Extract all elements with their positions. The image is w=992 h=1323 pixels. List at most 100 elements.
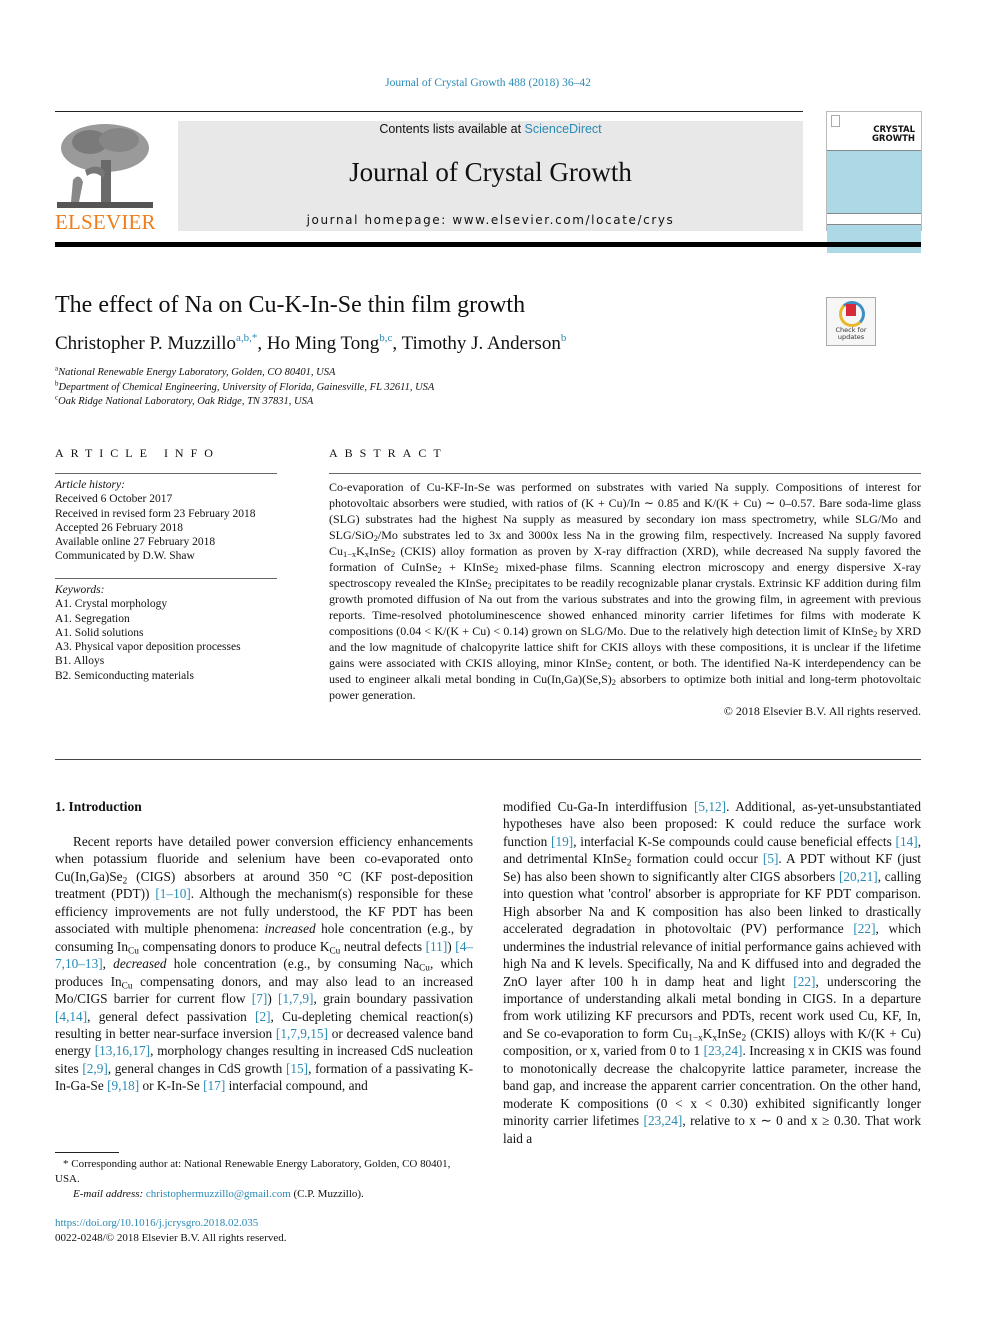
author-affiliation-marks[interactable]: b (561, 332, 567, 344)
citation-link[interactable]: [23,24] (644, 1113, 683, 1128)
body-text: K (702, 1025, 713, 1041)
article-title: The effect of Na on Cu-K-In-Se thin film… (55, 292, 526, 318)
subscript: Cu (329, 946, 341, 957)
citation-link[interactable]: [13,16,17] (95, 1043, 150, 1058)
affiliations: aNational Renewable Energy Laboratory, G… (55, 365, 435, 410)
journal-homepage-link[interactable]: journal homepage: www.elsevier.com/locat… (178, 213, 803, 227)
footnote-rule (55, 1152, 119, 1153)
section-heading-introduction: 1. Introduction (55, 799, 142, 814)
header-thick-divider (55, 242, 921, 247)
keyword-item: A3. Physical vapor deposition processes (55, 641, 241, 654)
history-item: Communicated by D.W. Shaw (55, 550, 195, 563)
citation-link[interactable]: [1–10] (155, 886, 190, 901)
emphasis-text: increased (264, 921, 316, 937)
corresponding-author-text: * Corresponding author at: National Rene… (55, 1158, 451, 1185)
abstract-bottom-divider (55, 759, 921, 760)
citation-link[interactable]: [9,18] (107, 1078, 139, 1093)
body-text: neutral defects (340, 938, 426, 954)
keyword-item: A1. Solid solutions (55, 626, 144, 639)
doi-block: https://doi.org/10.1016/j.jcrysgro.2018.… (55, 1216, 287, 1245)
citation-link[interactable]: [17] (203, 1078, 225, 1093)
journal-reference-link[interactable]: Journal of Crystal Growth 488 (2018) 36–… (0, 77, 976, 89)
keyword-item: A1. Crystal morphology (55, 598, 168, 611)
check-for-updates-button[interactable]: Check for updates (826, 297, 876, 346)
abstract-text: + KInSe (441, 560, 495, 574)
citation-link[interactable]: [1,7,9,15] (276, 1026, 328, 1041)
citation-link[interactable]: [23,24] (704, 1043, 743, 1058)
citation-link[interactable]: [11] (426, 939, 448, 954)
citation-link[interactable]: [2] (255, 1009, 271, 1024)
author-affiliation-marks[interactable]: a,b,* (236, 332, 257, 344)
subscript: 1−x (343, 550, 357, 560)
contents-prefix: Contents lists available at (379, 122, 525, 136)
tree-icon (57, 124, 153, 208)
subscript: Cu (419, 963, 430, 974)
header-divider (55, 111, 803, 112)
cover-line2: GROWTH (871, 134, 915, 144)
citation-link[interactable]: [22] (853, 921, 875, 936)
body-text: hole concentration (e.g., by consuming N… (166, 956, 420, 972)
body-text: , (102, 956, 114, 972)
body-text: , interfacial K-Se compounds could cause… (573, 833, 896, 849)
abstract-heading: ABSTRACT (329, 446, 448, 460)
affiliation-item: cOak Ridge National Laboratory, Oak Ridg… (55, 394, 434, 410)
emphasis-text: decreased (113, 956, 167, 972)
citation-link[interactable]: [15] (286, 1061, 308, 1076)
citation-link[interactable]: [22] (793, 974, 815, 989)
elsevier-wordmark: ELSEVIER (55, 210, 156, 234)
affiliation-text: Oak Ridge National Laboratory, Oak Ridge… (58, 396, 314, 407)
abstract-body: Co-evaporation of Cu-KF-In-Se was perfor… (329, 479, 921, 719)
citation-link[interactable]: [14] (896, 834, 918, 849)
citation-link[interactable]: [4,14] (55, 1009, 87, 1024)
email-label: E-mail address: (73, 1188, 146, 1200)
cover-mini-logo (831, 115, 840, 127)
history-item: Available online 27 February 2018 (55, 536, 216, 549)
keyword-item: A1. Segregation (55, 612, 130, 625)
journal-ref-text[interactable]: Journal of Crystal Growth 488 (2018) 36–… (385, 77, 591, 89)
body-text: , general defect passivation (87, 1008, 256, 1024)
history-label: Article history: (55, 479, 125, 491)
citation-link[interactable]: [19] (551, 834, 573, 849)
body-text: compensating donors to produce K (138, 938, 330, 954)
abstract-rule (329, 473, 921, 474)
intro-right-column: modified Cu-Ga-In interdiffusion [5,12].… (503, 798, 921, 1147)
author-name[interactable]: Ho Ming Tong (267, 333, 379, 354)
corresponding-author-footnote: * Corresponding author at: National Rene… (55, 1157, 473, 1202)
history-item: Received 6 October 2017 (55, 493, 173, 506)
body-text: modified Cu-Ga-In interdiffusion (503, 799, 694, 814)
author-affiliation-marks[interactable]: b,c (379, 332, 392, 344)
sciencedirect-link[interactable]: ScienceDirect (525, 122, 602, 136)
subscript: Cu (121, 980, 133, 991)
check-updates-label: Check for updates (827, 327, 875, 341)
citation-link[interactable]: [2,9] (82, 1061, 107, 1076)
journal-banner: Contents lists available at ScienceDirec… (178, 121, 803, 231)
elsevier-logo[interactable]: ELSEVIER (55, 120, 156, 235)
article-history: Article history: Received 6 October 2017… (55, 478, 277, 564)
cover-footer-band (827, 224, 921, 253)
citation-link[interactable]: [7] (252, 991, 268, 1006)
author-list: Christopher P. Muzzilloa,b,*, Ho Ming To… (55, 333, 566, 355)
article-info-rule (55, 473, 277, 474)
subscript: Cu (128, 946, 139, 957)
email-link[interactable]: christophermuzzillo@gmail.com (146, 1188, 291, 1200)
citation-link[interactable]: [5] (763, 851, 779, 866)
affiliation-item: bDepartment of Chemical Engineering, Uni… (55, 380, 435, 396)
citation-link[interactable]: [5,12] (694, 799, 726, 814)
subscript: 1−x (688, 1033, 703, 1044)
author-name[interactable]: Christopher P. Muzzillo (55, 333, 236, 354)
affiliation-text: Department of Chemical Engineering, Univ… (58, 381, 435, 393)
author-name[interactable]: Timothy J. Anderson (402, 333, 561, 354)
bookmark-icon (846, 304, 856, 316)
keyword-item: B2. Semiconducting materials (55, 669, 194, 682)
citation-link[interactable]: [20,21] (839, 869, 878, 884)
body-text: interfacial compound, and (225, 1078, 368, 1094)
keywords-label: Keywords: (55, 584, 105, 596)
intro-left-column: Recent reports have detailed power conve… (55, 833, 473, 1095)
article-info-heading: ARTICLE INFO (55, 446, 220, 460)
cover-band (827, 150, 921, 214)
keywords: Keywords: A1. Crystal morphology A1. Seg… (55, 583, 277, 683)
doi-link[interactable]: https://doi.org/10.1016/j.jcrysgro.2018.… (55, 1217, 258, 1229)
journal-cover-thumbnail[interactable]: CRYSTAL GROWTH (826, 111, 922, 253)
check-updates-line2: updates (837, 333, 865, 341)
citation-link[interactable]: [1,7,9] (278, 991, 313, 1006)
